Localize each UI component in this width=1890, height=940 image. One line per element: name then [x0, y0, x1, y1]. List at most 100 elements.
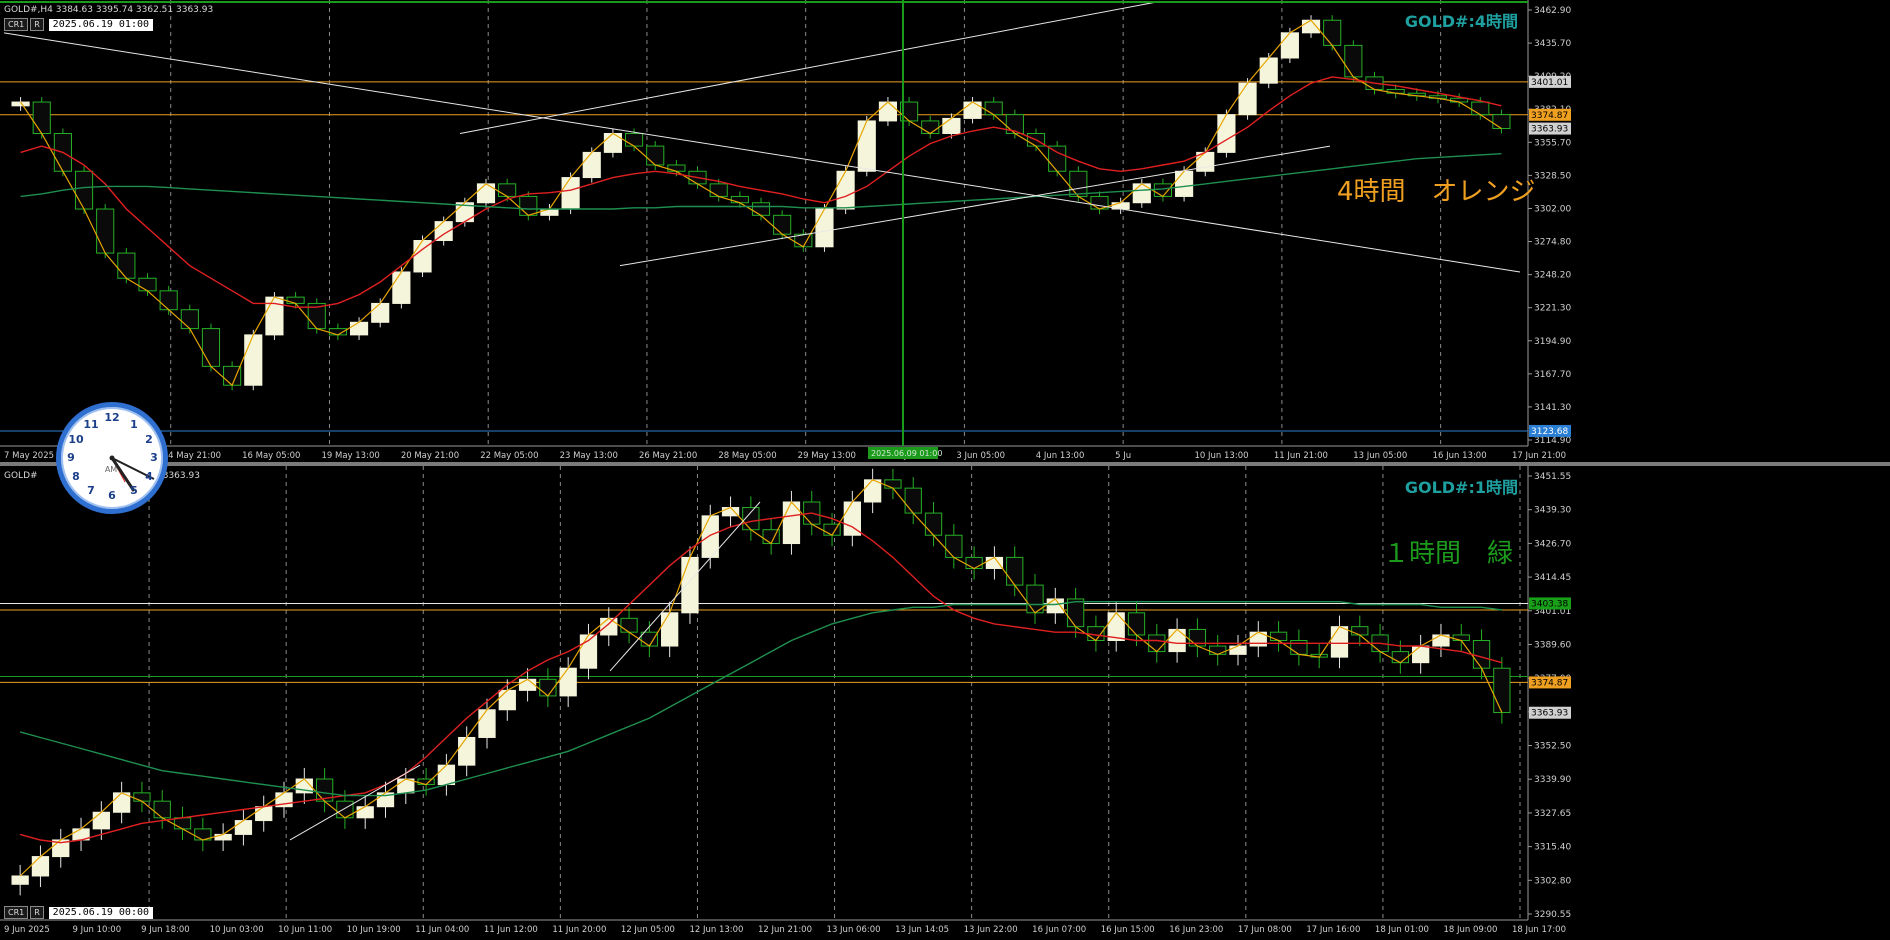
- price-tick-label: 3339.90: [1534, 775, 1571, 785]
- chart-title: GOLD#:1時間: [1405, 478, 1518, 497]
- candle-body: [1238, 82, 1257, 116]
- time-tick-label: 16 Jun 23:00: [1169, 925, 1223, 935]
- candle-body: [1412, 645, 1430, 664]
- time-tick-label: 9 Jun 2025: [4, 925, 50, 935]
- candle-body: [286, 296, 305, 304]
- candle-body: [561, 177, 580, 210]
- chart-title: GOLD#:4時間: [1405, 12, 1518, 31]
- candle-body: [476, 183, 496, 204]
- time-tick-label: 20 May 21:00: [401, 451, 459, 461]
- clock-num-8: 8: [72, 470, 80, 483]
- time-tick-label: 13 Jun 14:05: [895, 925, 949, 935]
- candle-body: [1168, 628, 1186, 653]
- time-tick-label: 18 Jun 01:00: [1375, 925, 1429, 935]
- candle-body: [1269, 631, 1288, 642]
- chart-1h-canvas[interactable]: 3451.553439.303426.703414.453401.013389.…: [0, 466, 1890, 936]
- candle-body: [1290, 640, 1308, 655]
- candle-body: [74, 170, 94, 210]
- candle-body: [709, 183, 728, 197]
- candle-body: [904, 487, 922, 514]
- candle-body: [559, 667, 577, 697]
- candle-body: [234, 820, 253, 835]
- time-tick-label: 4 Jun 13:00: [1036, 451, 1085, 461]
- candle-body: [721, 507, 740, 517]
- time-tick-label: 12 Jun 13:00: [689, 925, 743, 935]
- candle-body: [1472, 640, 1491, 669]
- r-tag-4h[interactable]: R: [30, 18, 44, 31]
- price-tag-label: 3123.68: [1531, 427, 1568, 437]
- candle-body: [924, 512, 943, 536]
- candle-body: [965, 556, 983, 569]
- candle-body: [963, 101, 982, 119]
- price-tick-label: 3315.40: [1534, 843, 1571, 853]
- candle-body: [244, 334, 263, 386]
- candle-body: [640, 631, 659, 647]
- candle-body: [1330, 626, 1349, 658]
- clock-num-3: 3: [150, 451, 158, 464]
- time-tick-label: 14 May 21:00: [163, 451, 221, 461]
- time-tick-label: 28 May 05:00: [718, 451, 776, 461]
- series-line-3: [19, 600, 1502, 797]
- time-tick-label: 26 May 21:00: [639, 451, 697, 461]
- price-tick-label: 3426.70: [1534, 539, 1571, 549]
- trend-line: [609, 501, 761, 672]
- candle-body: [836, 170, 855, 210]
- candle-body: [519, 195, 538, 216]
- time-tick-label: 5 Ju: [1115, 451, 1131, 461]
- candle-body: [32, 101, 51, 135]
- candle-body: [863, 479, 882, 503]
- time-tick-label: 29 May 13:00: [798, 451, 856, 461]
- price-tick-label: 3302.00: [1534, 204, 1571, 214]
- datetime-box-4h: 2025.06.19 01:00: [48, 19, 153, 31]
- clock-num-12: 12: [104, 411, 120, 424]
- clock-num-11: 11: [83, 418, 99, 431]
- time-tick-label: 9 Jun 18:00: [141, 925, 190, 935]
- candle-body: [458, 736, 476, 766]
- crosshair-time-label: 2025.06.09 01:00: [871, 449, 942, 458]
- cr1-tag-1h[interactable]: CR1: [4, 906, 29, 919]
- time-tick-label: 11 Jun 20:00: [552, 925, 606, 935]
- candle-body: [1493, 667, 1511, 714]
- chart-annotation: 4時間 オレンジ: [1337, 177, 1536, 207]
- chart-pane-1h[interactable]: 3451.55 3439.30 3426.70 3414.45 3401.01 3389.…: [0, 466, 1890, 936]
- clock-num-7: 7: [87, 484, 95, 497]
- candle-body: [730, 195, 749, 204]
- candle-body: [1048, 145, 1067, 172]
- price-tag-label: 3363.93: [1531, 709, 1568, 719]
- chart-pane-4h[interactable]: 3462.903435.703409.203382.103355.703328.…: [0, 0, 1890, 462]
- candle-body: [31, 856, 50, 877]
- candle-body: [201, 328, 221, 367]
- time-tick-label: 16 Jun 13:00: [1433, 451, 1487, 461]
- clock-ampm: AM: [104, 465, 118, 474]
- time-tick-label: 19 May 13:00: [321, 451, 379, 461]
- chart-annotation: １時間 緑: [1383, 539, 1513, 569]
- symbol-name-1h: GOLD#: [4, 471, 38, 481]
- candle-body: [1175, 170, 1194, 197]
- analog-clock[interactable]: 12 1 2 3 4 5 6 7 8 9 10 11 AM: [56, 402, 168, 514]
- cr1-tag-4h[interactable]: CR1: [4, 18, 29, 31]
- chart-4h-canvas[interactable]: 3462.903435.703409.203382.103355.703328.…: [0, 0, 1890, 462]
- candle-body: [921, 120, 940, 135]
- time-tick-label: 12 Jun 05:00: [621, 925, 675, 935]
- candle-body: [1471, 101, 1490, 116]
- price-tag-label: 3374.87: [1531, 111, 1568, 121]
- time-tick-label: 10 Jun 13:00: [1195, 451, 1249, 461]
- price-tick-label: 3328.50: [1534, 171, 1571, 181]
- time-tick-label: 10 Jun 03:00: [210, 925, 264, 935]
- candle-body: [518, 678, 537, 691]
- candle-body: [1492, 114, 1511, 129]
- candle-body: [349, 321, 369, 336]
- candle-body: [214, 833, 232, 841]
- candle-body: [478, 709, 496, 738]
- time-tick-label: 11 Jun 21:00: [1274, 451, 1328, 461]
- time-tick-label: 11 Jun 04:00: [415, 925, 469, 935]
- price-tick-label: 3274.80: [1534, 238, 1571, 248]
- price-tick-label: 3194.90: [1534, 337, 1571, 347]
- candle-body: [945, 534, 963, 558]
- candle-body: [600, 617, 618, 636]
- r-tag-1h[interactable]: R: [30, 906, 44, 919]
- candle-body: [1259, 57, 1278, 84]
- candle-body: [1006, 556, 1024, 586]
- time-tick-label: 11 Jun 12:00: [484, 925, 538, 935]
- candle-body: [1148, 634, 1166, 653]
